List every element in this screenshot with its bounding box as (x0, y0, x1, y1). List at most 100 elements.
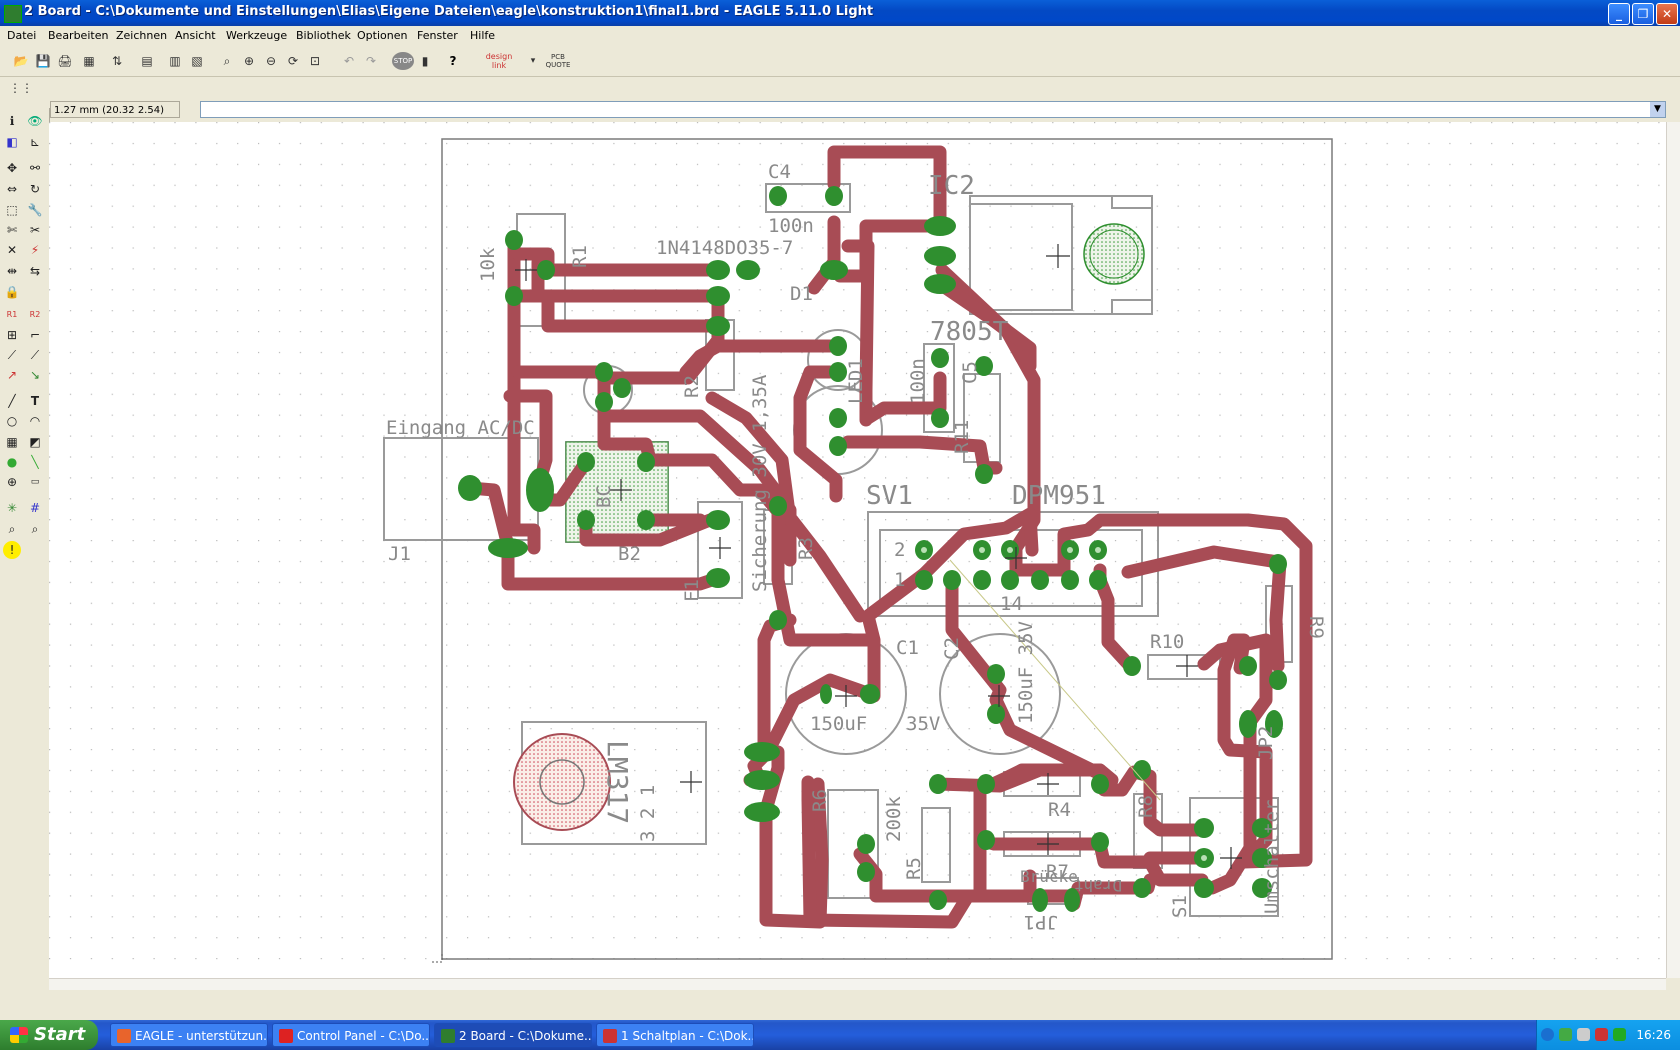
split-icon[interactable]: ⟋ (3, 346, 21, 364)
polygon-icon[interactable]: ◩ (26, 433, 44, 451)
menu-fenster[interactable]: Fenster (417, 29, 458, 42)
redraw-icon[interactable]: ⟳ (284, 52, 302, 70)
back-arrow-icon[interactable] (1541, 1028, 1554, 1041)
cut-icon[interactable]: ✂ (26, 221, 44, 239)
taskbar: Start EAGLE - unterstützun... Control Pa… (0, 1020, 1680, 1050)
attribute-icon[interactable]: ▭ (26, 473, 44, 491)
task-schematic[interactable]: 1 Schaltplan - C:\Dok... (596, 1023, 754, 1047)
print-icon[interactable]: 🖨 (56, 52, 74, 70)
menu-bibliothek[interactable]: Bibliothek (296, 29, 351, 42)
security-icon[interactable] (1595, 1028, 1608, 1041)
task-label: Control Panel - C:\Do... (297, 1029, 430, 1043)
miter-icon[interactable]: ⌐ (26, 326, 44, 344)
label-eingang: Eingang AC/DC (386, 417, 535, 439)
label-jp1: JP1 (1024, 911, 1058, 933)
route-icon[interactable]: ↗ (3, 366, 21, 384)
zoom-fit-icon[interactable]: ⌕ (218, 52, 236, 70)
group-icon[interactable]: ⬚ (3, 201, 21, 219)
ratsnest-icon[interactable]: ✳ (3, 499, 21, 517)
d-icon[interactable] (1613, 1028, 1626, 1041)
pcbquote-icon[interactable]: PCB QUOTE (540, 52, 576, 70)
display-layers-icon[interactable]: ◧ (3, 133, 21, 151)
board-canvas[interactable]: C4 100n IC2 7805T 1N4148DO35-7 D1 Eingan… (49, 122, 1666, 978)
designlink-icon[interactable]: design link (478, 52, 520, 70)
close-button[interactable]: ✕ (1656, 3, 1678, 25)
hole-icon[interactable]: ⊕ (3, 473, 21, 491)
task-eagle-help[interactable]: EAGLE - unterstützun... (110, 1023, 268, 1047)
smash-icon[interactable]: ⊞ (3, 326, 21, 344)
minimize-button[interactable]: _ (1608, 3, 1630, 25)
rect-icon[interactable]: ▦ (3, 433, 21, 451)
zoom-out-icon[interactable]: ⊖ (262, 52, 280, 70)
auto-icon[interactable]: # (26, 499, 44, 517)
menu-bearbeiten[interactable]: Bearbeiten (48, 29, 108, 42)
delete-icon[interactable]: ✕ (3, 241, 21, 259)
add-icon[interactable]: ⚡ (26, 241, 44, 259)
start-label: Start (34, 1024, 86, 1045)
help-icon[interactable]: ? (444, 52, 462, 70)
ripup-icon[interactable]: ↘ (26, 366, 44, 384)
switch-schematic-icon[interactable]: ▤ (138, 52, 156, 70)
info-icon[interactable]: ℹ (3, 112, 21, 130)
use-library-icon[interactable]: ⇅ (108, 52, 126, 70)
mirror-icon[interactable]: ⇔ (3, 180, 21, 198)
rotate-icon[interactable]: ↻ (26, 180, 44, 198)
lock-icon[interactable]: 🔒 (3, 283, 21, 301)
mark-icon[interactable]: ⊾ (26, 133, 44, 151)
open-icon[interactable]: 📂 (12, 52, 30, 70)
save-icon[interactable]: 💾 (34, 52, 52, 70)
value-label-icon[interactable]: R2 (26, 305, 44, 323)
move-icon[interactable]: ✥ (3, 159, 21, 177)
main-toolbar: 📂 💾 🖨 ▦ ⇅ ▤ ▥ ▧ ⌕ ⊕ ⊖ ⟳ ⊡ ↶ ↷ STOP ▮ ? d… (0, 46, 1680, 77)
erc-icon[interactable]: ⌕ (3, 520, 21, 538)
name-label-icon[interactable]: R1 (3, 305, 21, 323)
drc-icon[interactable]: ⌕ (26, 520, 44, 538)
menu-datei[interactable]: Datei (7, 29, 36, 42)
label-ic1-pins: 3 2 1 (637, 785, 659, 842)
name-icon[interactable]: ⇹ (3, 262, 21, 280)
text-icon[interactable]: T (26, 392, 44, 410)
undo-icon[interactable]: ↶ (340, 52, 358, 70)
cam-icon[interactable]: ▦ (80, 52, 98, 70)
menu-hilfe[interactable]: Hilfe (470, 29, 495, 42)
eagle-app-icon (4, 5, 22, 23)
circle-icon[interactable]: ○ (3, 412, 21, 430)
zoom-in-icon[interactable]: ⊕ (240, 52, 258, 70)
redo-icon[interactable]: ↷ (362, 52, 380, 70)
optimize-icon[interactable]: ⟋ (26, 346, 44, 364)
command-line-input[interactable]: ▼ (200, 101, 1666, 118)
wire-icon[interactable]: ╱ (3, 392, 21, 410)
network-icon[interactable] (1559, 1028, 1572, 1041)
task-board[interactable]: 2 Board - C:\Dokume... (434, 1023, 592, 1047)
change-icon[interactable]: 🔧 (26, 201, 44, 219)
task-control-panel[interactable]: Control Panel - C:\Do... (272, 1023, 430, 1047)
grid-icon[interactable]: ⋮⋮ (9, 79, 33, 97)
copy-icon[interactable]: ⚯ (26, 159, 44, 177)
label-c5: C5 (959, 361, 981, 384)
volume-icon[interactable] (1577, 1028, 1590, 1041)
script-icon[interactable]: ▥ (166, 52, 184, 70)
vertical-scrollbar[interactable] (1666, 122, 1680, 978)
signal-icon[interactable]: ╲ (26, 453, 44, 471)
menu-ansicht[interactable]: Ansicht (175, 29, 216, 42)
go-icon[interactable]: ▮ (416, 52, 434, 70)
maximize-button[interactable]: ❐ (1632, 3, 1654, 25)
ulp-icon[interactable]: ▧ (188, 52, 206, 70)
command-history-dropdown-icon[interactable]: ▼ (1650, 102, 1665, 117)
menu-bar: Datei Bearbeiten Zeichnen Ansicht Werkze… (0, 26, 1680, 46)
paste-icon[interactable]: ✄ (3, 221, 21, 239)
control-panel-icon (279, 1029, 293, 1043)
errors-icon[interactable]: ! (3, 541, 21, 559)
clock[interactable]: 16:26 (1636, 1028, 1671, 1042)
stop-icon[interactable]: STOP (392, 52, 414, 70)
arc-icon[interactable]: ◠ (26, 412, 44, 430)
replace-icon[interactable]: ⇆ (26, 262, 44, 280)
start-button[interactable]: Start (0, 1020, 98, 1050)
label-f1: F1 (681, 579, 703, 602)
zoom-select-icon[interactable]: ⊡ (306, 52, 324, 70)
menu-zeichnen[interactable]: Zeichnen (116, 29, 167, 42)
menu-optionen[interactable]: Optionen (357, 29, 407, 42)
show-icon[interactable]: 👁 (26, 112, 44, 130)
menu-werkzeuge[interactable]: Werkzeuge (226, 29, 287, 42)
via-icon[interactable]: ● (3, 453, 21, 471)
